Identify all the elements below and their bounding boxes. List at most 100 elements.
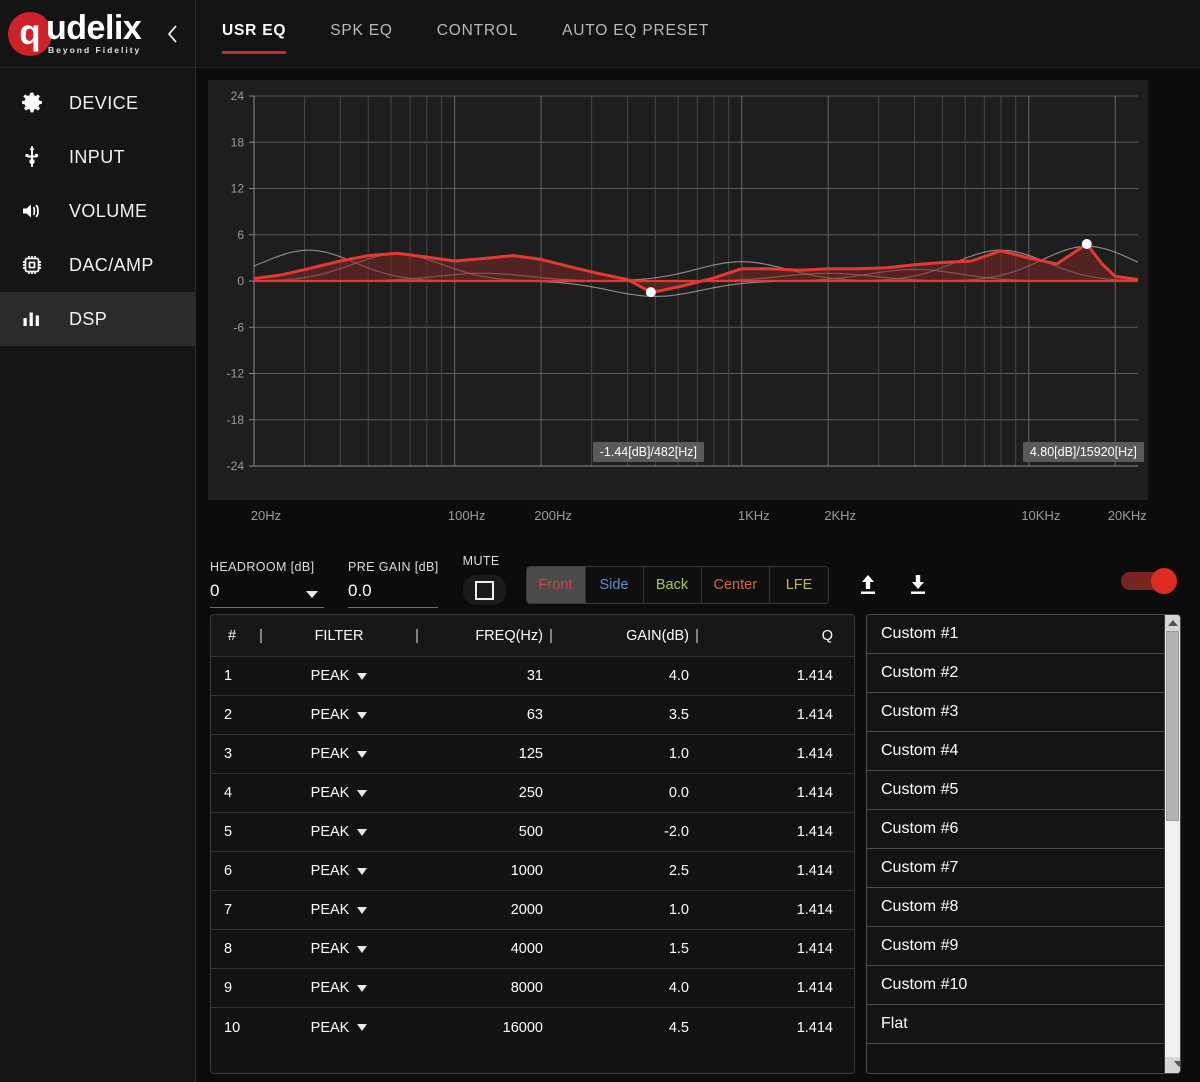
preset-list-item[interactable]: Custom #3 (867, 693, 1164, 732)
preset-list-item[interactable]: Custom #6 (867, 810, 1164, 849)
freq-value[interactable]: 250 (425, 785, 543, 801)
headroom-label: HEADROOM [dB] (210, 560, 315, 574)
tab-usr-eq[interactable]: USR EQ (222, 22, 287, 54)
preset-list-item[interactable]: Custom #10 (867, 966, 1164, 1005)
filter-type-select[interactable]: PEAK (269, 824, 409, 840)
q-value[interactable]: 1.414 (705, 824, 854, 840)
preset-list-item[interactable]: Flat (867, 1005, 1164, 1044)
column-divider: | (259, 627, 263, 644)
filter-type-select[interactable]: PEAK (269, 941, 409, 957)
table-row[interactable]: 5 PEAK 500 -2.0 1.414 (211, 813, 854, 852)
upload-icon[interactable] (851, 566, 885, 604)
triangle-down-icon[interactable] (1165, 1057, 1180, 1073)
triangle-up-icon[interactable] (1165, 615, 1180, 631)
q-value[interactable]: 1.414 (705, 668, 854, 684)
table-row[interactable]: 3 PEAK 125 1.0 1.414 (211, 735, 854, 774)
preset-list-item[interactable]: Custom #1 (867, 615, 1164, 654)
tab-control[interactable]: CONTROL (437, 22, 518, 54)
q-value[interactable]: 1.414 (705, 902, 854, 918)
download-icon[interactable] (901, 566, 935, 604)
preset-list-item[interactable]: Custom #9 (867, 927, 1164, 966)
q-value[interactable]: 1.414 (705, 707, 854, 723)
freq-value[interactable]: 8000 (425, 980, 543, 996)
sidebar-item-dsp[interactable]: DSP (0, 292, 195, 346)
freq-value[interactable]: 31 (425, 668, 543, 684)
tab-auto-eq-preset[interactable]: AUTO EQ PRESET (562, 22, 709, 54)
gain-value[interactable]: 3.5 (559, 707, 689, 723)
table-row[interactable]: 2 PEAK 63 3.5 1.414 (211, 696, 854, 735)
channel-button-center[interactable]: Center (701, 567, 771, 603)
gain-value[interactable]: 4.0 (559, 980, 689, 996)
scrollbar-thumb[interactable] (1166, 631, 1179, 821)
freq-value[interactable]: 125 (425, 746, 543, 762)
table-row[interactable]: 9 PEAK 8000 4.0 1.414 (211, 969, 854, 1008)
freq-value[interactable]: 4000 (425, 941, 543, 957)
filter-type-select[interactable]: PEAK (269, 863, 409, 879)
headroom-field: HEADROOM [dB] 0 (210, 560, 324, 608)
headroom-select[interactable]: 0 (210, 581, 324, 608)
q-value[interactable]: 1.414 (705, 746, 854, 762)
filter-type-select[interactable]: PEAK (269, 1020, 409, 1036)
preset-list-item[interactable]: Custom #7 (867, 849, 1164, 888)
q-value[interactable]: 1.414 (705, 941, 854, 957)
filter-type-select[interactable]: PEAK (269, 980, 409, 996)
preset-list-item[interactable]: Custom #2 (867, 654, 1164, 693)
preset-list-item[interactable]: Custom #4 (867, 732, 1164, 771)
freq-value[interactable]: 500 (425, 824, 543, 840)
table-row[interactable]: 8 PEAK 4000 1.5 1.414 (211, 930, 854, 969)
eq-chart[interactable]: 24 18 12 6 0 -6 -12 -18 -24 -1.44[dB]/482[Hz] 4.… (208, 80, 1148, 500)
eq-response-plot[interactable]: 24 18 12 6 0 -6 -12 -18 -24 (208, 80, 1148, 500)
filter-type-select[interactable]: PEAK (269, 668, 409, 684)
svg-text:0: 0 (237, 274, 244, 288)
gain-value[interactable]: -2.0 (559, 824, 689, 840)
freq-value[interactable]: 63 (425, 707, 543, 723)
table-row[interactable]: 6 PEAK 1000 2.5 1.414 (211, 852, 854, 891)
sidebar-item-device[interactable]: DEVICE (0, 76, 195, 130)
scrollbar-track[interactable] (1165, 631, 1180, 1057)
gain-value[interactable]: 2.5 (559, 863, 689, 879)
mute-field: MUTE (462, 554, 506, 608)
gain-value[interactable]: 4.5 (559, 1020, 689, 1036)
sidebar-item-volume[interactable]: VOLUME (0, 184, 195, 238)
channel-button-lfe[interactable]: LFE (770, 567, 829, 603)
table-row[interactable]: 7 PEAK 2000 1.0 1.414 (211, 891, 854, 930)
logo-word: udelix (46, 8, 142, 47)
gain-value[interactable]: 1.5 (559, 941, 689, 957)
q-value[interactable]: 1.414 (705, 1020, 854, 1036)
gain-value[interactable]: 1.0 (559, 902, 689, 918)
sidebar-item-input[interactable]: INPUT (0, 130, 195, 184)
preset-list-item[interactable]: Custom #5 (867, 771, 1164, 810)
freq-value[interactable]: 16000 (425, 1020, 543, 1036)
gain-value[interactable]: 1.0 (559, 746, 689, 762)
channel-button-side[interactable]: Side (585, 567, 644, 603)
sidebar-item-label: VOLUME (69, 200, 148, 221)
table-row[interactable]: 10 PEAK 16000 4.5 1.414 (211, 1008, 854, 1047)
table-row[interactable]: 1 PEAK 31 4.0 1.414 (211, 657, 854, 696)
filter-type-select[interactable]: PEAK (269, 902, 409, 918)
freq-value[interactable]: 2000 (425, 902, 543, 918)
gain-value[interactable]: 4.0 (559, 668, 689, 684)
eq-chart-container: 24 18 12 6 0 -6 -12 -18 -24 -1.44[dB]/482[Hz] 4.… (196, 68, 1200, 534)
main-content: USR EQ SPK EQ CONTROL AUTO EQ PRESET 24 1… (196, 0, 1200, 1082)
table-row[interactable]: 4 PEAK 250 0.0 1.414 (211, 774, 854, 813)
filter-type-select[interactable]: PEAK (269, 785, 409, 801)
q-value[interactable]: 1.414 (705, 785, 854, 801)
filter-type-select[interactable]: PEAK (269, 746, 409, 762)
logo-text: udelix Beyond Fidelity (46, 8, 142, 55)
sidebar-item-label: DAC/AMP (69, 254, 154, 275)
tab-spk-eq[interactable]: SPK EQ (330, 22, 393, 54)
chevron-left-icon[interactable] (161, 20, 183, 48)
eq-power-toggle[interactable] (1121, 568, 1177, 594)
q-value[interactable]: 1.414 (705, 980, 854, 996)
mute-checkbox[interactable] (462, 575, 506, 605)
freq-value[interactable]: 1000 (425, 863, 543, 879)
q-value[interactable]: 1.414 (705, 863, 854, 879)
pre-gain-input[interactable]: 0.0 (348, 581, 438, 608)
channel-button-front[interactable]: Front (526, 567, 586, 603)
preset-list-item[interactable]: Custom #8 (867, 888, 1164, 927)
channel-button-back[interactable]: Back (643, 567, 702, 603)
sidebar-item-dac-amp[interactable]: DAC/AMP (0, 238, 195, 292)
filter-type-select[interactable]: PEAK (269, 707, 409, 723)
gain-value[interactable]: 0.0 (559, 785, 689, 801)
preset-list-scrollbar[interactable] (1164, 615, 1180, 1073)
